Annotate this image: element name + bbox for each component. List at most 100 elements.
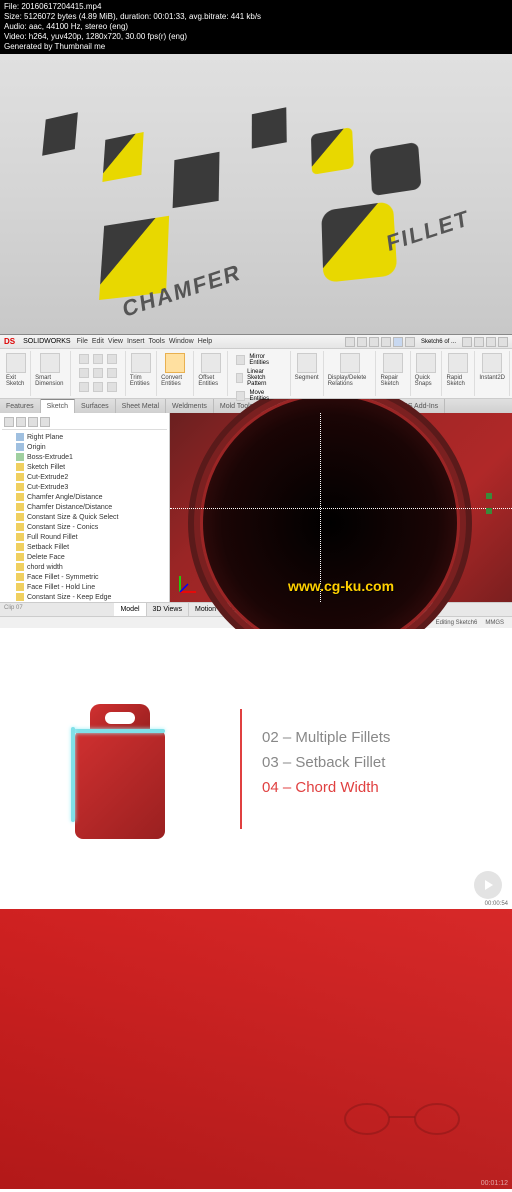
fillet-icon	[16, 593, 24, 601]
cut-icon	[16, 473, 24, 481]
move-label: Move Entities	[249, 390, 281, 402]
sketch-tools-group	[71, 351, 126, 396]
convert-icon	[165, 353, 185, 373]
new-icon[interactable]	[345, 337, 355, 347]
tab-sheet-metal[interactable]: Sheet Metal	[116, 399, 166, 413]
tree-display-icon[interactable]	[16, 417, 26, 427]
tree-item: Full Round Fillet	[2, 532, 167, 542]
cubes-scene	[0, 94, 512, 294]
fillet-cube	[311, 127, 354, 175]
course-item-active: 04 – Chord Width	[262, 779, 492, 796]
ribbon-offset[interactable]: Offset Entities	[194, 351, 228, 396]
centerline-v	[320, 413, 321, 602]
menu-help[interactable]: Help	[198, 338, 212, 345]
highlight-edge-side	[71, 727, 75, 822]
sw-body: Right Plane Origin Boss-Extrude1 Sketch …	[0, 413, 512, 602]
course-image	[0, 629, 240, 909]
ribbon-rapid[interactable]: Rapid Sketch	[442, 351, 475, 396]
open-icon[interactable]	[357, 337, 367, 347]
pattern-group: Mirror Entities Linear Sketch Pattern Mo…	[228, 351, 290, 396]
pattern-icon[interactable]	[236, 373, 243, 383]
tab-weldments[interactable]: Weldments	[166, 399, 214, 413]
coord-triad[interactable]	[178, 574, 198, 594]
circle-icon[interactable]	[93, 354, 103, 364]
course-item: 02 – Multiple Fillets	[262, 729, 492, 746]
info-size: Size: 5126072 bytes (4.89 MiB), duration…	[4, 12, 508, 22]
line-icon[interactable]	[79, 354, 89, 364]
doc-selector[interactable]: Sketch6 of ...	[417, 339, 460, 345]
ribbon-repair[interactable]: Repair Sketch	[376, 351, 410, 396]
tree-item: chord width	[2, 562, 167, 572]
menu-file[interactable]: File	[77, 338, 88, 345]
tree-config-icon[interactable]	[4, 417, 14, 427]
print-icon[interactable]	[381, 337, 391, 347]
menu-edit[interactable]: Edit	[92, 338, 104, 345]
menu-view[interactable]: View	[108, 338, 123, 345]
slot-icon[interactable]	[93, 382, 103, 392]
move-icon[interactable]	[236, 391, 245, 401]
chamfer-cube	[173, 152, 220, 208]
tree-item: Constant Size - Keep Edge	[2, 592, 167, 602]
ribbon-convert[interactable]: Convert Entities	[157, 351, 194, 396]
tab-sketch[interactable]: Sketch	[41, 399, 75, 413]
ellipse-icon[interactable]	[79, 382, 89, 392]
btab-3dviews[interactable]: 3D Views	[147, 603, 189, 616]
video-info-bar: File: 20160617204415.mp4 Size: 5126072 b…	[0, 0, 512, 54]
options-icon[interactable]	[405, 337, 415, 347]
ribbon-segment[interactable]: Segment	[291, 351, 324, 396]
ribbon-smart-dimension[interactable]: Smart Dimension	[31, 351, 71, 396]
point-icon[interactable]	[107, 368, 117, 378]
mirror-label: Mirror Entities	[249, 354, 281, 366]
spline-icon[interactable]	[93, 368, 103, 378]
dimension-marker[interactable]	[486, 508, 492, 514]
polygon-icon[interactable]	[107, 382, 117, 392]
jerrycan-model	[65, 699, 175, 839]
smart-dimension-icon	[40, 353, 60, 373]
timestamp: 00:01:12	[481, 1180, 508, 1187]
tree-item: Chamfer Distance/Distance	[2, 502, 167, 512]
model-circular-feature	[200, 393, 460, 653]
btab-model[interactable]: Model	[114, 603, 146, 616]
arc-icon[interactable]	[107, 354, 117, 364]
info-audio: Audio: aac, 44100 Hz, stereo (eng)	[4, 22, 508, 32]
save-icon[interactable]	[369, 337, 379, 347]
info-file: File: 20160617204415.mp4	[4, 2, 508, 12]
mirror-icon[interactable]	[236, 355, 245, 365]
rapid-label: Rapid Sketch	[446, 375, 470, 387]
rect-icon[interactable]	[79, 368, 89, 378]
extrude-icon	[16, 453, 24, 461]
status-editing: Editing Sketch6	[436, 620, 478, 626]
ribbon-display-delete[interactable]: Display/Delete Relations	[324, 351, 377, 396]
tree-hide-icon[interactable]	[28, 417, 38, 427]
info-video: Video: h264, yuv420p, 1280x720, 30.00 fp…	[4, 32, 508, 42]
play-button[interactable]	[474, 871, 502, 899]
chamfer-icon	[16, 493, 24, 501]
tree-item: Boss-Extrude1	[2, 452, 167, 462]
tree-filter-icon[interactable]	[40, 417, 50, 427]
close-icon[interactable]	[498, 337, 508, 347]
menu-window[interactable]: Window	[169, 338, 194, 345]
dd-label: Display/Delete Relations	[328, 375, 372, 387]
tab-surfaces[interactable]: Surfaces	[75, 399, 116, 413]
maximize-icon[interactable]	[486, 337, 496, 347]
ribbon-exit-sketch[interactable]: Exit Sketch	[2, 351, 31, 396]
ribbon-trim[interactable]: Trim Entities	[126, 351, 157, 396]
pattern-label: Linear Sketch Pattern	[247, 369, 282, 387]
ribbon-instant2d[interactable]: Instant2D	[475, 351, 510, 396]
rebuild-icon[interactable]	[393, 337, 403, 347]
fillet-icon	[16, 523, 24, 531]
fillet-icon	[16, 573, 24, 581]
menu-insert[interactable]: Insert	[127, 338, 145, 345]
tree-item: Cut-Extrude2	[2, 472, 167, 482]
dimension-marker[interactable]	[486, 493, 492, 499]
ribbon-quick-snaps[interactable]: Quick Snaps	[411, 351, 443, 396]
instant2d-icon	[482, 353, 502, 373]
fillet-cube	[370, 142, 422, 196]
tab-features[interactable]: Features	[0, 399, 41, 413]
search-icon[interactable]	[462, 337, 472, 347]
minimize-icon[interactable]	[474, 337, 484, 347]
menu-tools[interactable]: Tools	[148, 338, 164, 345]
3d-viewport[interactable]: www.cg-ku.com	[170, 413, 512, 602]
tree-item: Cut-Extrude3	[2, 482, 167, 492]
feature-tree[interactable]: Right Plane Origin Boss-Extrude1 Sketch …	[0, 413, 170, 602]
